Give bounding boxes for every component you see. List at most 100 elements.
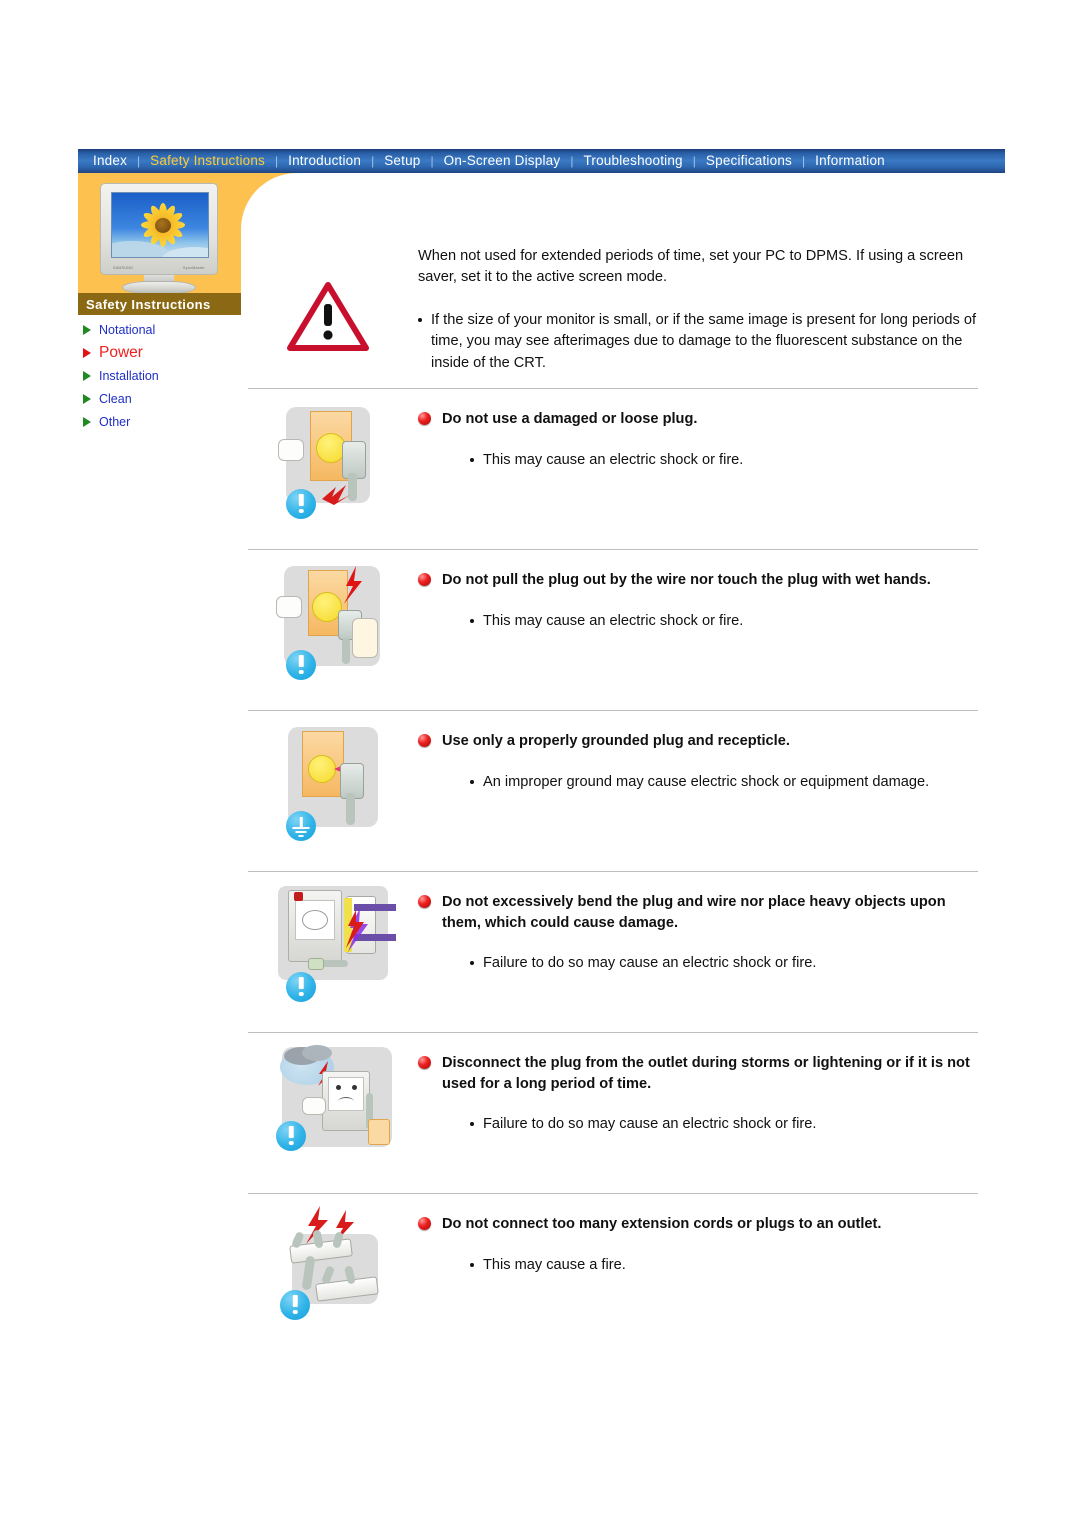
safety-section-bullets: This may cause a fire. [470, 1255, 978, 1276]
safety-section: Do not use a damaged or loose plug. This… [248, 389, 978, 535]
triangle-bullet-icon [83, 347, 91, 358]
monitor-screen [111, 192, 209, 258]
nav-item-safety-instructions[interactable]: Safety Instructions [141, 149, 274, 173]
triangle-bullet-icon [83, 416, 91, 427]
sidebar-item-label: Installation [99, 368, 159, 383]
safety-section-body: Do not connect too many extension cords … [418, 1206, 978, 1276]
safety-section-heading: Do not use a damaged or loose plug. [418, 409, 978, 430]
safety-section: Do not connect too many extension cords … [248, 1194, 978, 1340]
dot-bullet-icon [418, 318, 422, 323]
monitor-brand-right: SyncMaster [183, 266, 205, 270]
sidebar-menu: Notational Power Installation Clean Othe… [80, 318, 250, 433]
monitor-bezel: SAMSUNG SyncMaster [100, 183, 218, 275]
bullet-text: An improper ground may cause electric sh… [483, 773, 930, 790]
main-content: When not used for extended periods of ti… [248, 240, 978, 1340]
dot-bullet-icon [470, 779, 474, 784]
safety-section-heading: Do not connect too many extension cords … [418, 1214, 978, 1235]
nav-item-specifications[interactable]: Specifications [697, 149, 801, 173]
safety-section-bullets: Failure to do so may cause an electric s… [470, 1114, 978, 1135]
bullet-row: Failure to do so may cause an electric s… [470, 953, 970, 974]
bullet-text: Failure to do so may cause an electric s… [483, 955, 817, 972]
sidebar-item-installation[interactable]: Installation [80, 364, 250, 387]
exclamation-circle-icon [286, 649, 316, 680]
dot-bullet-icon [470, 457, 474, 462]
sidebar-item-other[interactable]: Other [80, 410, 250, 433]
sidebar-item-notational[interactable]: Notational [80, 318, 250, 341]
bullet-text: This may cause a fire. [483, 1256, 626, 1273]
safety-section: Use only a properly grounded plug and re… [248, 711, 978, 857]
safety-section-title: Do not pull the plug out by the wire nor… [442, 571, 931, 588]
nav-item-troubleshooting[interactable]: Troubleshooting [574, 149, 691, 173]
safety-section: Disconnect the plug from the outlet duri… [248, 1033, 978, 1179]
triangle-bullet-icon [83, 370, 91, 381]
safety-section-title: Do not excessively bend the plug and wir… [442, 893, 946, 931]
sunflower-icon [140, 201, 186, 249]
safety-section-body: Use only a properly grounded plug and re… [418, 723, 978, 793]
safety-section-title: Do not connect too many extension cords … [442, 1215, 882, 1232]
exclamation-circle-icon [286, 488, 316, 519]
top-navigation-bar: Index | Safety Instructions | Introducti… [78, 149, 1005, 173]
dot-bullet-icon [470, 1262, 474, 1267]
safety-section-bullets: Failure to do so may cause an electric s… [470, 953, 978, 974]
nav-item-information[interactable]: Information [806, 149, 894, 173]
safety-section-bullets: This may cause an electric shock or fire… [470, 450, 978, 471]
bullet-row: This may cause a fire. [470, 1255, 970, 1276]
bullet-text: This may cause an electric shock or fire… [483, 612, 744, 629]
exclamation-circle-icon [286, 971, 316, 1002]
sidebar-item-label: Notational [99, 322, 156, 337]
safety-section-heading: Do not excessively bend the plug and wir… [418, 892, 978, 933]
bullet-row: Failure to do so may cause an electric s… [470, 1114, 970, 1135]
nav-item-index[interactable]: Index [84, 149, 136, 173]
bent-wire-monitor-illustration [268, 882, 428, 1004]
sidebar-item-label: Clean [99, 391, 132, 406]
monitor-brand-left: SAMSUNG [113, 266, 134, 270]
bullet-text: This may cause an electric shock or fire… [483, 451, 744, 468]
warning-triangle-icon [286, 280, 370, 352]
safety-section-bullets: This may cause an electric shock or fire… [470, 611, 978, 632]
bullet-row: This may cause an electric shock or fire… [470, 450, 970, 471]
dot-bullet-icon [470, 1122, 474, 1127]
intro-paragraph: When not used for extended periods of ti… [418, 248, 964, 286]
safety-section-bullets: An improper ground may cause electric sh… [470, 772, 978, 793]
intro-text: When not used for extended periods of ti… [418, 240, 978, 374]
monitor-product-image: SAMSUNG SyncMaster [94, 183, 226, 295]
grounded-plug-illustration [268, 721, 428, 843]
safety-section-body: Disconnect the plug from the outlet duri… [418, 1045, 978, 1136]
bullet-text: Failure to do so may cause an electric s… [483, 1116, 817, 1133]
wet-hands-plug-illustration [268, 560, 428, 682]
safety-section-body: Do not use a damaged or loose plug. This… [418, 401, 978, 471]
dot-bullet-icon [470, 618, 474, 623]
sidebar-item-label: Power [99, 343, 143, 361]
damaged-plug-illustration [268, 399, 428, 521]
safety-section-heading: Do not pull the plug out by the wire nor… [418, 570, 978, 591]
ground-circle-icon [286, 810, 316, 841]
safety-section-heading: Use only a properly grounded plug and re… [418, 731, 978, 752]
safety-section: Do not pull the plug out by the wire nor… [248, 550, 978, 696]
safety-section: Do not excessively bend the plug and wir… [248, 872, 978, 1018]
dot-bullet-icon [470, 961, 474, 966]
safety-section-body: Do not excessively bend the plug and wir… [418, 884, 978, 975]
nav-item-on-screen-display[interactable]: On-Screen Display [435, 149, 570, 173]
safety-section-title: Use only a properly grounded plug and re… [442, 732, 790, 749]
sidebar-banner: SAMSUNG SyncMaster Safety Instructions [78, 173, 319, 315]
safety-section-body: Do not pull the plug out by the wire nor… [418, 562, 978, 632]
safety-section-title: Do not use a damaged or loose plug. [442, 410, 698, 427]
intro-block: When not used for extended periods of ti… [248, 240, 978, 374]
sidebar-item-power[interactable]: Power [80, 341, 250, 364]
exclamation-circle-icon [276, 1120, 306, 1151]
sidebar-item-label: Other [99, 414, 131, 429]
extension-cords-illustration [268, 1204, 428, 1326]
intro-bullet-text: If the size of your monitor is small, or… [431, 312, 977, 371]
bullet-row: This may cause an electric shock or fire… [470, 611, 970, 632]
safety-section-heading: Disconnect the plug from the outlet duri… [418, 1053, 978, 1094]
sidebar-item-clean[interactable]: Clean [80, 387, 250, 410]
nav-item-setup[interactable]: Setup [375, 149, 429, 173]
exclamation-circle-icon [280, 1289, 310, 1320]
nav-item-introduction[interactable]: Introduction [279, 149, 370, 173]
triangle-bullet-icon [83, 324, 91, 335]
triangle-bullet-icon [83, 393, 91, 404]
storm-monitor-illustration [268, 1043, 428, 1165]
intro-bullet-row: If the size of your monitor is small, or… [418, 310, 978, 373]
sidebar-caption: Safety Instructions [78, 293, 241, 315]
safety-section-title: Disconnect the plug from the outlet duri… [442, 1054, 970, 1092]
